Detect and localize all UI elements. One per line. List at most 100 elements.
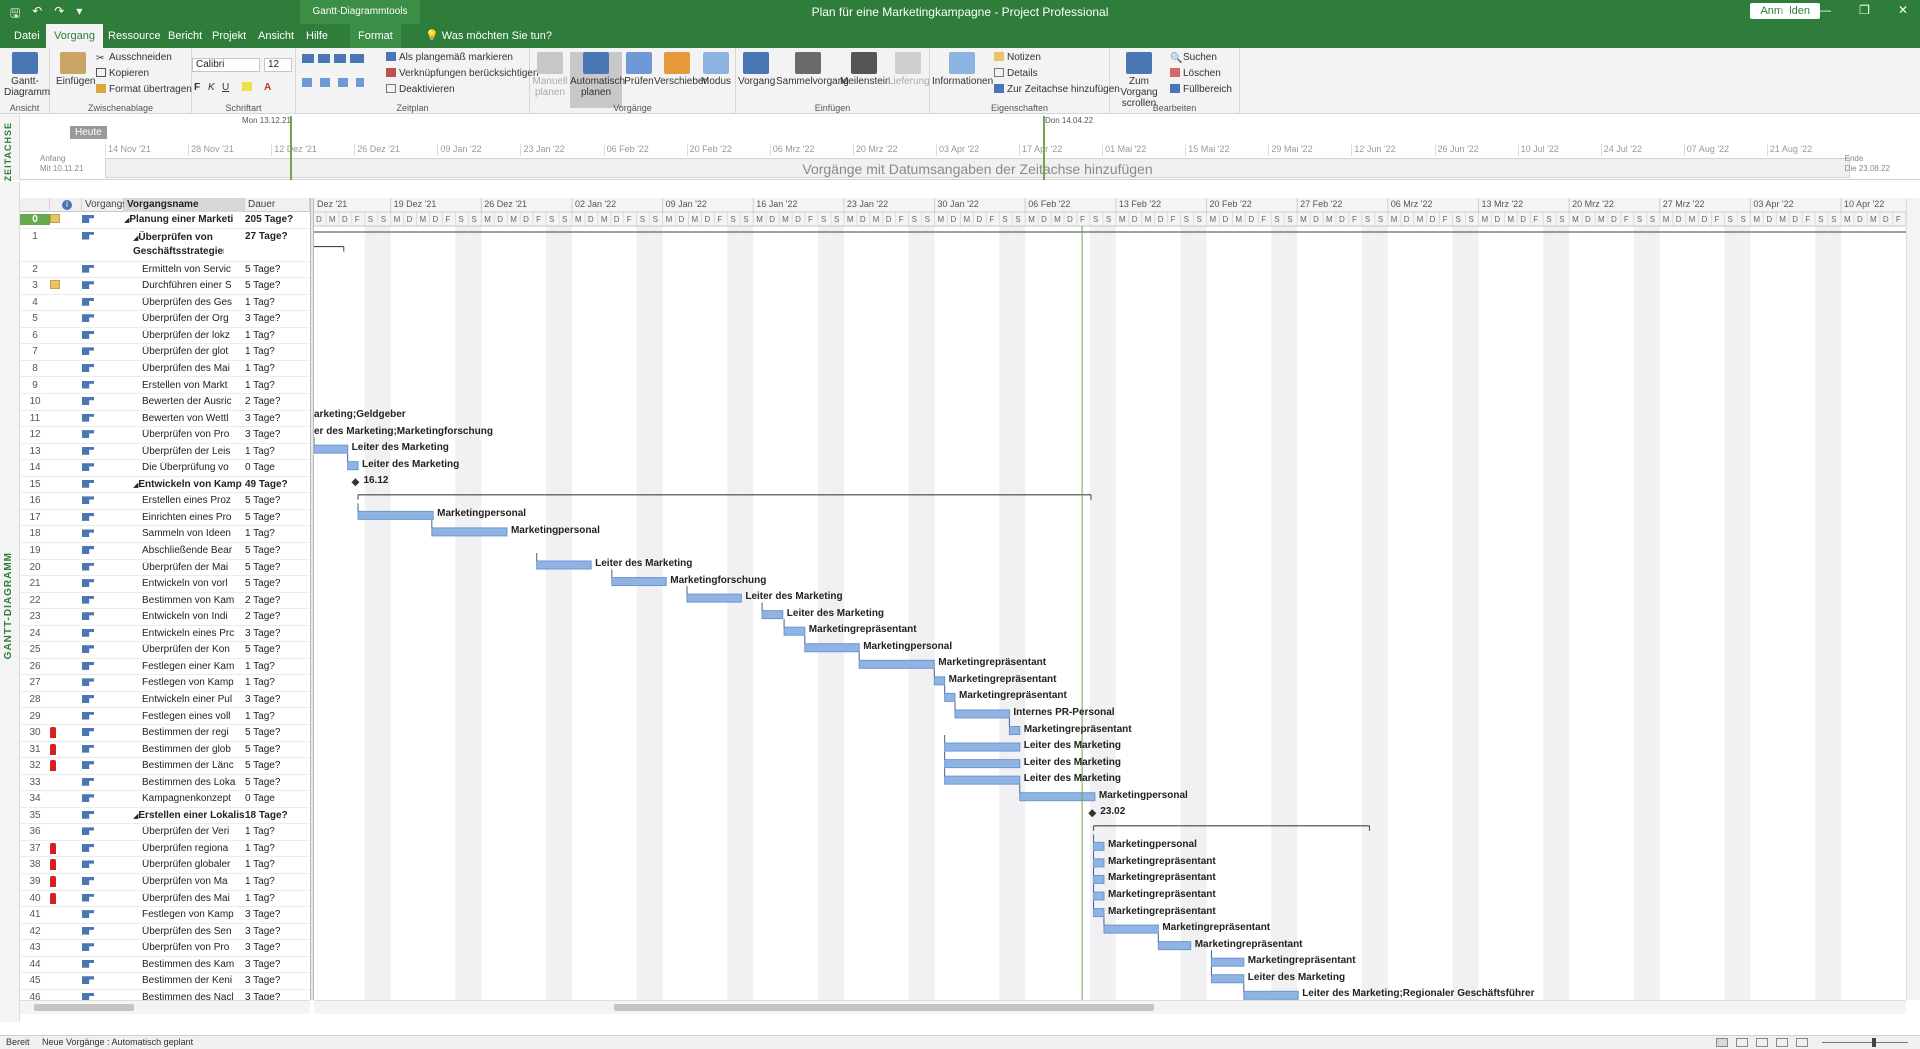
task-row[interactable]: 4 Überprüfen des Ges 1 Tag? xyxy=(20,295,310,312)
task-name[interactable]: Bestimmen des Nacl xyxy=(124,992,264,1000)
task-name[interactable]: Überprüfen des Mai xyxy=(124,363,264,374)
row-mode[interactable] xyxy=(82,711,96,721)
insert-task-button[interactable]: Vorgang xyxy=(738,52,775,87)
task-row[interactable]: 19 Abschließende Bear 5 Tage? xyxy=(20,543,310,560)
row-id[interactable]: 24 xyxy=(20,628,50,639)
search-button[interactable]: 🔍Suchen xyxy=(1170,52,1217,64)
task-name[interactable]: Festlegen von Kamp xyxy=(124,909,264,920)
status-new-tasks[interactable]: Neue Vorgänge : Automatisch geplant xyxy=(42,1037,193,1047)
task-duration[interactable]: 3 Tage? xyxy=(245,926,310,937)
row-mode[interactable] xyxy=(82,761,96,770)
task-duration[interactable]: 5 Tage? xyxy=(245,264,310,275)
copy-button[interactable]: Kopieren xyxy=(96,68,149,79)
task-name[interactable]: Bestimmen der regi xyxy=(124,727,264,738)
header-mode[interactable]: Vorgangs xyxy=(82,198,127,212)
row-id[interactable]: 22 xyxy=(20,595,50,606)
task-name[interactable]: Überprüfen der Mai xyxy=(124,562,264,573)
task-name[interactable]: Bestimmen des Kam xyxy=(124,959,264,970)
task-row[interactable]: 31 Bestimmen der glob 5 Tage? xyxy=(20,742,310,759)
inspect-button[interactable]: Prüfen xyxy=(624,52,654,87)
row-mode[interactable] xyxy=(82,579,96,588)
task-duration[interactable]: 27 Tage? xyxy=(245,231,310,242)
add-to-timeline-button[interactable]: Zur Zeitachse hinzufügen xyxy=(994,84,1120,95)
task-row[interactable]: 10 Bewerten der Ausric 2 Tage? xyxy=(20,394,310,411)
cut-button[interactable]: ✂ Ausschneiden xyxy=(96,52,172,64)
task-name[interactable]: Überprüfen der Leis xyxy=(124,446,264,457)
row-mode[interactable] xyxy=(82,512,96,522)
task-duration[interactable]: 2 Tage? xyxy=(245,396,310,407)
row-id[interactable]: 13 xyxy=(20,446,50,457)
task-name[interactable]: Entwickeln von vorl xyxy=(124,578,264,589)
percent-complete-buttons[interactable] xyxy=(302,54,367,65)
row-mode[interactable] xyxy=(82,529,96,538)
task-row[interactable]: 23 Entwickeln von Indi 2 Tage? xyxy=(20,609,310,626)
row-id[interactable]: 19 xyxy=(20,545,50,556)
task-name[interactable]: Ermitteln von Servic xyxy=(124,264,264,275)
tab-ressource[interactable]: Ressource xyxy=(100,24,169,48)
mark-on-track-button[interactable]: Als plangemäß markieren xyxy=(386,52,513,63)
row-id[interactable]: 20 xyxy=(20,562,50,573)
task-row[interactable]: 37 Überprüfen regiona 1 Tag? xyxy=(20,841,310,858)
row-mode[interactable] xyxy=(82,976,96,985)
row-id[interactable]: 34 xyxy=(20,793,50,804)
task-name[interactable]: Entwickeln eines Prc xyxy=(124,628,264,639)
row-id[interactable]: 0 xyxy=(20,214,50,225)
row-id[interactable]: 23 xyxy=(20,611,50,622)
auto-schedule-button[interactable]: Automatisch planen xyxy=(570,52,625,108)
row-mode[interactable] xyxy=(82,728,96,737)
bold-button[interactable]: F xyxy=(194,82,200,93)
row-id[interactable]: 41 xyxy=(20,909,50,920)
view-usage-icon[interactable] xyxy=(1736,1038,1748,1047)
task-name[interactable]: Bestimmen der Keni xyxy=(124,975,264,986)
tab-vorgang[interactable]: Vorgang xyxy=(46,24,103,48)
task-row[interactable]: 35 ◢Erstellen einer Lokalis 18 Tage? xyxy=(20,808,310,825)
gantt-chart-button[interactable]: Gantt- Diagramm xyxy=(4,52,50,98)
task-row[interactable]: 9 Erstellen von Markt 1 Tag? xyxy=(20,378,310,395)
row-mode[interactable] xyxy=(82,877,96,886)
task-duration[interactable]: 5 Tage? xyxy=(245,760,310,771)
tell-me-search[interactable]: 💡 Was möchten Sie tun? xyxy=(425,24,552,48)
row-mode[interactable] xyxy=(82,843,96,853)
task-row[interactable]: 26 Festlegen einer Kam 1 Tag? xyxy=(20,659,310,676)
task-name[interactable]: Bestimmen des Loka xyxy=(124,777,264,788)
task-name[interactable]: Erstellen eines Proz xyxy=(124,495,264,506)
row-mode[interactable] xyxy=(82,926,96,936)
task-row[interactable]: 44 Bestimmen des Kam 3 Tage? xyxy=(20,957,310,974)
task-duration[interactable]: 5 Tage? xyxy=(245,280,310,291)
header-select-all[interactable] xyxy=(20,198,50,212)
task-name[interactable]: Überprüfen der Kon xyxy=(124,644,264,655)
task-bar[interactable] xyxy=(944,742,1021,752)
row-id[interactable]: 42 xyxy=(20,926,50,937)
task-duration[interactable]: 1 Tag? xyxy=(245,380,310,391)
zoom-slider[interactable] xyxy=(1822,1042,1908,1043)
grid-horizontal-scrollbar[interactable] xyxy=(20,1000,310,1014)
task-row[interactable]: 16 Erstellen eines Proz 5 Tage? xyxy=(20,493,310,510)
font-size-select[interactable]: 12 xyxy=(264,58,292,72)
row-id[interactable]: 3 xyxy=(20,280,50,291)
row-mode[interactable] xyxy=(82,645,96,654)
task-duration[interactable]: 5 Tage? xyxy=(245,512,310,523)
view-gantt-icon[interactable] xyxy=(1716,1038,1728,1047)
task-bar[interactable] xyxy=(933,676,946,686)
task-row[interactable]: 30 Bestimmen der regi 5 Tage? xyxy=(20,725,310,742)
task-name[interactable]: Überprüfen des Ges xyxy=(124,297,264,308)
overallocated-icon[interactable] xyxy=(50,859,56,871)
task-row[interactable]: 33 Bestimmen des Loka 5 Tage? xyxy=(20,775,310,792)
row-mode[interactable] xyxy=(82,446,96,456)
task-row[interactable]: 32 Bestimmen der Länc 5 Tage? xyxy=(20,758,310,775)
task-duration[interactable]: 1 Tag? xyxy=(245,859,310,870)
task-row[interactable]: 11 Bewerten von Wettl 3 Tage? xyxy=(20,411,310,428)
paste-button[interactable]: Einfügen xyxy=(56,52,95,87)
minimize-icon[interactable]: — xyxy=(1819,3,1831,17)
task-name[interactable]: Abschließende Bear xyxy=(124,545,264,556)
task-name[interactable]: Überprüfen der Veri xyxy=(124,826,264,837)
task-row[interactable]: 6 Überprüfen der lokz 1 Tag? xyxy=(20,328,310,345)
task-name[interactable]: Bewerten der Ausric xyxy=(124,396,264,407)
tab-bericht[interactable]: Bericht xyxy=(160,24,210,48)
task-bar[interactable] xyxy=(761,610,784,620)
row-id[interactable]: 27 xyxy=(20,677,50,688)
task-name[interactable]: Überprüfen der glot xyxy=(124,346,264,357)
task-bar[interactable] xyxy=(944,759,1021,769)
task-duration[interactable]: 5 Tage? xyxy=(245,562,310,573)
task-name[interactable]: Erstellen von Markt xyxy=(124,380,264,391)
